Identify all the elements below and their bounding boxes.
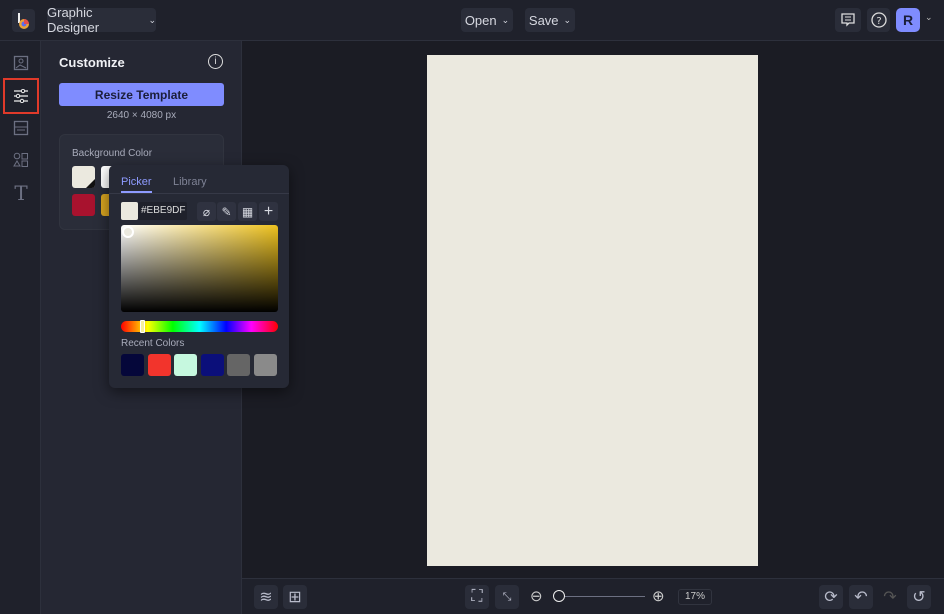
info-icon[interactable]: i (208, 54, 223, 69)
recent-color[interactable] (121, 354, 144, 376)
rail-images[interactable] (8, 50, 34, 76)
recent-color[interactable] (227, 354, 250, 376)
chevron-down-icon: ⌄ (501, 14, 510, 25)
app-menu-dropdown[interactable]: Graphic Designer ⌄ (47, 5, 156, 35)
grid-view-button[interactable]: ⊞ (283, 585, 307, 609)
sync-button[interactable]: ⟳ (819, 585, 843, 609)
svg-text:?: ? (876, 16, 881, 27)
undo-button[interactable]: ↶ (849, 585, 873, 609)
color-picker-popover: Picker Library #EBE9DF ⌀ ✎ ▦ + Recent Co… (109, 165, 289, 388)
text-icon: T (14, 181, 28, 205)
layers-icon: ≋ (259, 589, 273, 606)
chevron-down-icon: ⌄ (148, 14, 156, 25)
refresh-icon: ⟳ (824, 589, 838, 606)
rail-layouts[interactable] (8, 115, 34, 141)
layers-button[interactable]: ≋ (254, 585, 278, 609)
hue-handle[interactable] (140, 320, 145, 333)
design-page[interactable] (427, 55, 758, 566)
tab-library[interactable]: Library (173, 176, 207, 188)
template-dimensions: 2640 × 4080 px (106, 110, 177, 121)
collapse-icon: ⤡ (502, 590, 512, 603)
no-color-icon: ⌀ (202, 204, 211, 219)
recent-colors-label: Recent Colors (121, 338, 185, 349)
zoom-out-icon[interactable]: ⊖ (530, 587, 543, 605)
no-color-button[interactable]: ⌀ (197, 202, 216, 221)
save-button[interactable]: Save ⌄ (525, 8, 575, 32)
help-icon: ? (870, 12, 887, 28)
saturation-value-area[interactable] (121, 225, 278, 312)
tool-rail: T (0, 41, 41, 614)
add-color-button[interactable]: + (259, 202, 278, 221)
tab-picker[interactable]: Picker (121, 176, 152, 193)
recent-color[interactable] (201, 354, 224, 376)
redo-button[interactable]: ↷ (878, 585, 902, 609)
save-label: Save (528, 12, 559, 28)
current-color-preview (121, 202, 138, 220)
hex-input[interactable]: #EBE9DF (138, 202, 187, 220)
logo-icon (17, 12, 29, 29)
zoom-slider-handle[interactable] (553, 590, 565, 602)
zoom-slider[interactable] (555, 596, 645, 597)
background-color-label: Background Color (72, 148, 153, 159)
grid-icon: ▦ (241, 204, 254, 219)
plus-icon: + (263, 202, 274, 220)
history-button[interactable]: ↺ (907, 585, 931, 609)
avatar-initial: R (902, 12, 914, 28)
palette-grid-button[interactable]: ▦ (238, 202, 257, 221)
app-menu-label: Graphic Designer (47, 5, 100, 35)
panel-title: Customize (59, 55, 125, 70)
recent-color[interactable] (148, 354, 171, 376)
swatch-current[interactable] (72, 166, 95, 188)
sv-handle[interactable] (122, 226, 134, 238)
fit-screen-button[interactable]: ⛶ (465, 585, 489, 609)
swatch-red[interactable] (72, 194, 95, 216)
top-bar: Graphic Designer ⌄ Open ⌄ Save ⌄ ? R ⌄ (0, 0, 944, 41)
grid-icon: ⊞ (288, 589, 302, 606)
expand-icon: ⛶ (471, 588, 483, 605)
app-logo[interactable] (12, 9, 35, 32)
rail-graphics[interactable] (8, 147, 34, 173)
chevron-down-icon: ⌄ (563, 14, 572, 25)
resize-template-button[interactable]: Resize Template (59, 83, 224, 106)
sliders-icon (14, 89, 28, 103)
eyedropper-icon: ✎ (221, 204, 232, 219)
zoom-level[interactable]: 17% (678, 589, 712, 605)
zoom-in-icon[interactable]: ⊕ (652, 587, 665, 605)
comments-button[interactable] (835, 8, 861, 32)
eyedropper-button[interactable]: ✎ (217, 202, 236, 221)
comment-icon (841, 13, 855, 27)
redo-icon: ↷ (883, 589, 897, 606)
hue-slider[interactable] (121, 320, 278, 333)
shrink-button[interactable]: ⤡ (495, 585, 519, 609)
open-button[interactable]: Open ⌄ (461, 8, 513, 32)
rail-customize[interactable] (3, 78, 39, 114)
open-label: Open (464, 12, 497, 28)
recent-color[interactable] (254, 354, 277, 376)
user-avatar[interactable]: R (896, 8, 920, 32)
undo-icon: ↶ (854, 589, 868, 606)
rail-text[interactable]: T (8, 180, 34, 206)
bottom-toolbar: ≋ ⊞ ⛶ ⤡ ⊖ ⊕ 17% ⟳ ↶ ↷ ↺ (242, 578, 944, 614)
help-button[interactable]: ? (867, 8, 890, 32)
shapes-icon (13, 152, 28, 167)
tabs-divider (109, 193, 289, 194)
layout-icon (13, 120, 29, 136)
history-icon: ↺ (912, 589, 926, 606)
account-chevron-down-icon[interactable]: ⌄ (925, 12, 933, 23)
recent-color[interactable] (174, 354, 197, 376)
image-icon (13, 55, 29, 71)
